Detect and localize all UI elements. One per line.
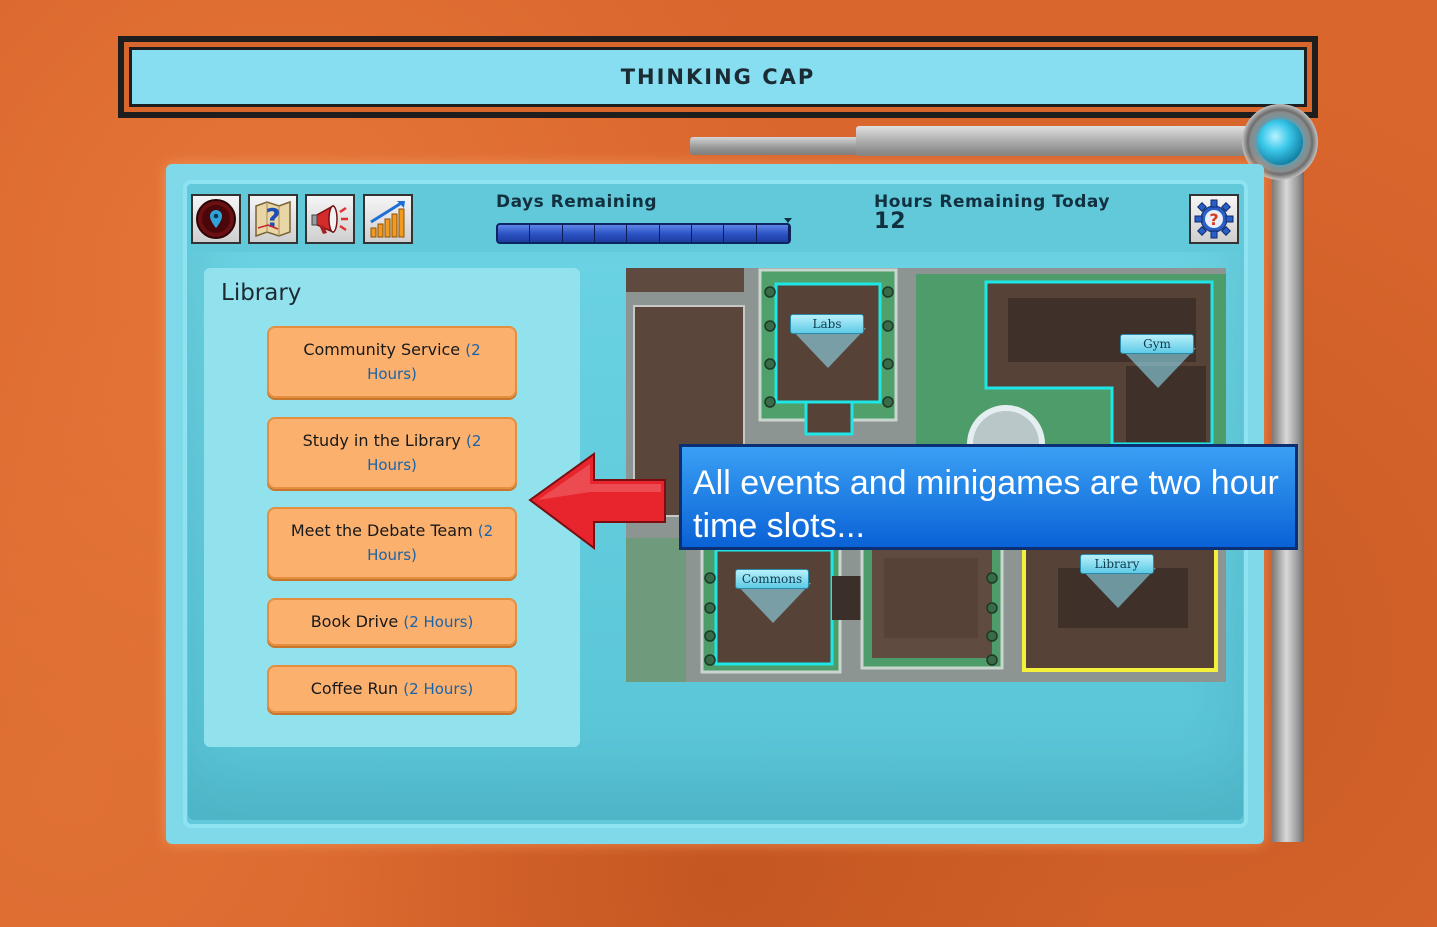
settings-help-button[interactable]: ? (1189, 194, 1239, 244)
tutorial-arrow-icon (528, 452, 666, 550)
location-title: Library (221, 280, 302, 306)
pipe-decoration (856, 126, 1256, 156)
days-segment (498, 225, 531, 242)
event-button-community-service[interactable]: Community Service (2 Hours) (267, 326, 517, 398)
event-label: Community Service (2 Hours) (283, 338, 501, 386)
quest-map-button[interactable]: ? (248, 194, 298, 244)
event-label: Coffee Run (2 Hours) (311, 677, 474, 701)
event-label: Book Drive (2 Hours) (311, 610, 474, 634)
days-segment (530, 225, 563, 242)
title-bar: THINKING CAP (129, 47, 1307, 107)
map-label-gym[interactable]: Gym (1120, 334, 1194, 354)
quest-map-icon: ? (255, 200, 291, 238)
days-segment (756, 225, 789, 242)
game-title: THINKING CAP (620, 65, 816, 89)
event-button-study-library[interactable]: Study in the Library (2 Hours) (267, 417, 517, 489)
map-label-labs[interactable]: Labs (790, 314, 864, 334)
event-label: Study in the Library (2 Hours) (283, 429, 501, 477)
days-remaining-label: Days Remaining (496, 192, 658, 212)
svg-text:?: ? (1209, 210, 1218, 229)
days-segment (627, 225, 660, 242)
megaphone-button[interactable] (305, 194, 355, 244)
days-segment (691, 225, 725, 242)
event-label: Meet the Debate Team (2 Hours) (283, 519, 501, 567)
days-segment (562, 225, 595, 242)
days-marker-icon (784, 218, 792, 223)
map-pin-icon (196, 199, 236, 239)
event-button-coffee-run[interactable]: Coffee Run (2 Hours) (267, 665, 517, 713)
map-beam-commons (735, 583, 811, 623)
title-frame: THINKING CAP (118, 36, 1318, 118)
pipe-decoration (690, 137, 860, 155)
map-beam-labs (790, 328, 866, 368)
event-duration: (2 Hours) (403, 613, 474, 631)
map-beam-gym (1120, 348, 1196, 388)
hours-remaining-label: Hours Remaining Today (874, 192, 1110, 212)
hours-remaining-value: 12 (874, 209, 907, 234)
event-button-book-drive[interactable]: Book Drive (2 Hours) (267, 598, 517, 646)
stats-button[interactable] (363, 194, 413, 244)
glowing-gem-icon (1257, 119, 1303, 165)
event-button-debate-team[interactable]: Meet the Debate Team (2 Hours) (267, 507, 517, 579)
svg-text:?: ? (265, 204, 280, 234)
days-segment (659, 225, 692, 242)
days-segment (724, 225, 757, 242)
map-label-library[interactable]: Library (1080, 554, 1154, 574)
stats-chart-icon (370, 200, 405, 238)
event-duration: (2 Hours) (403, 680, 474, 698)
days-segment (594, 225, 628, 242)
tutorial-message: All events and minigames are two hour ti… (693, 464, 1279, 545)
megaphone-icon (311, 204, 348, 234)
event-name: Community Service (303, 340, 461, 359)
map-pin-button[interactable] (191, 194, 241, 244)
event-name: Study in the Library (302, 431, 461, 450)
event-name: Coffee Run (310, 679, 399, 698)
map-label-commons[interactable]: Commons (735, 569, 809, 589)
tutorial-callout[interactable]: All events and minigames are two hour ti… (679, 444, 1298, 550)
event-name: Meet the Debate Team (290, 521, 473, 540)
help-gear-icon: ? (1194, 199, 1234, 239)
event-name: Book Drive (310, 612, 399, 631)
days-remaining-bar (496, 223, 791, 244)
map-beam-library (1080, 568, 1156, 608)
